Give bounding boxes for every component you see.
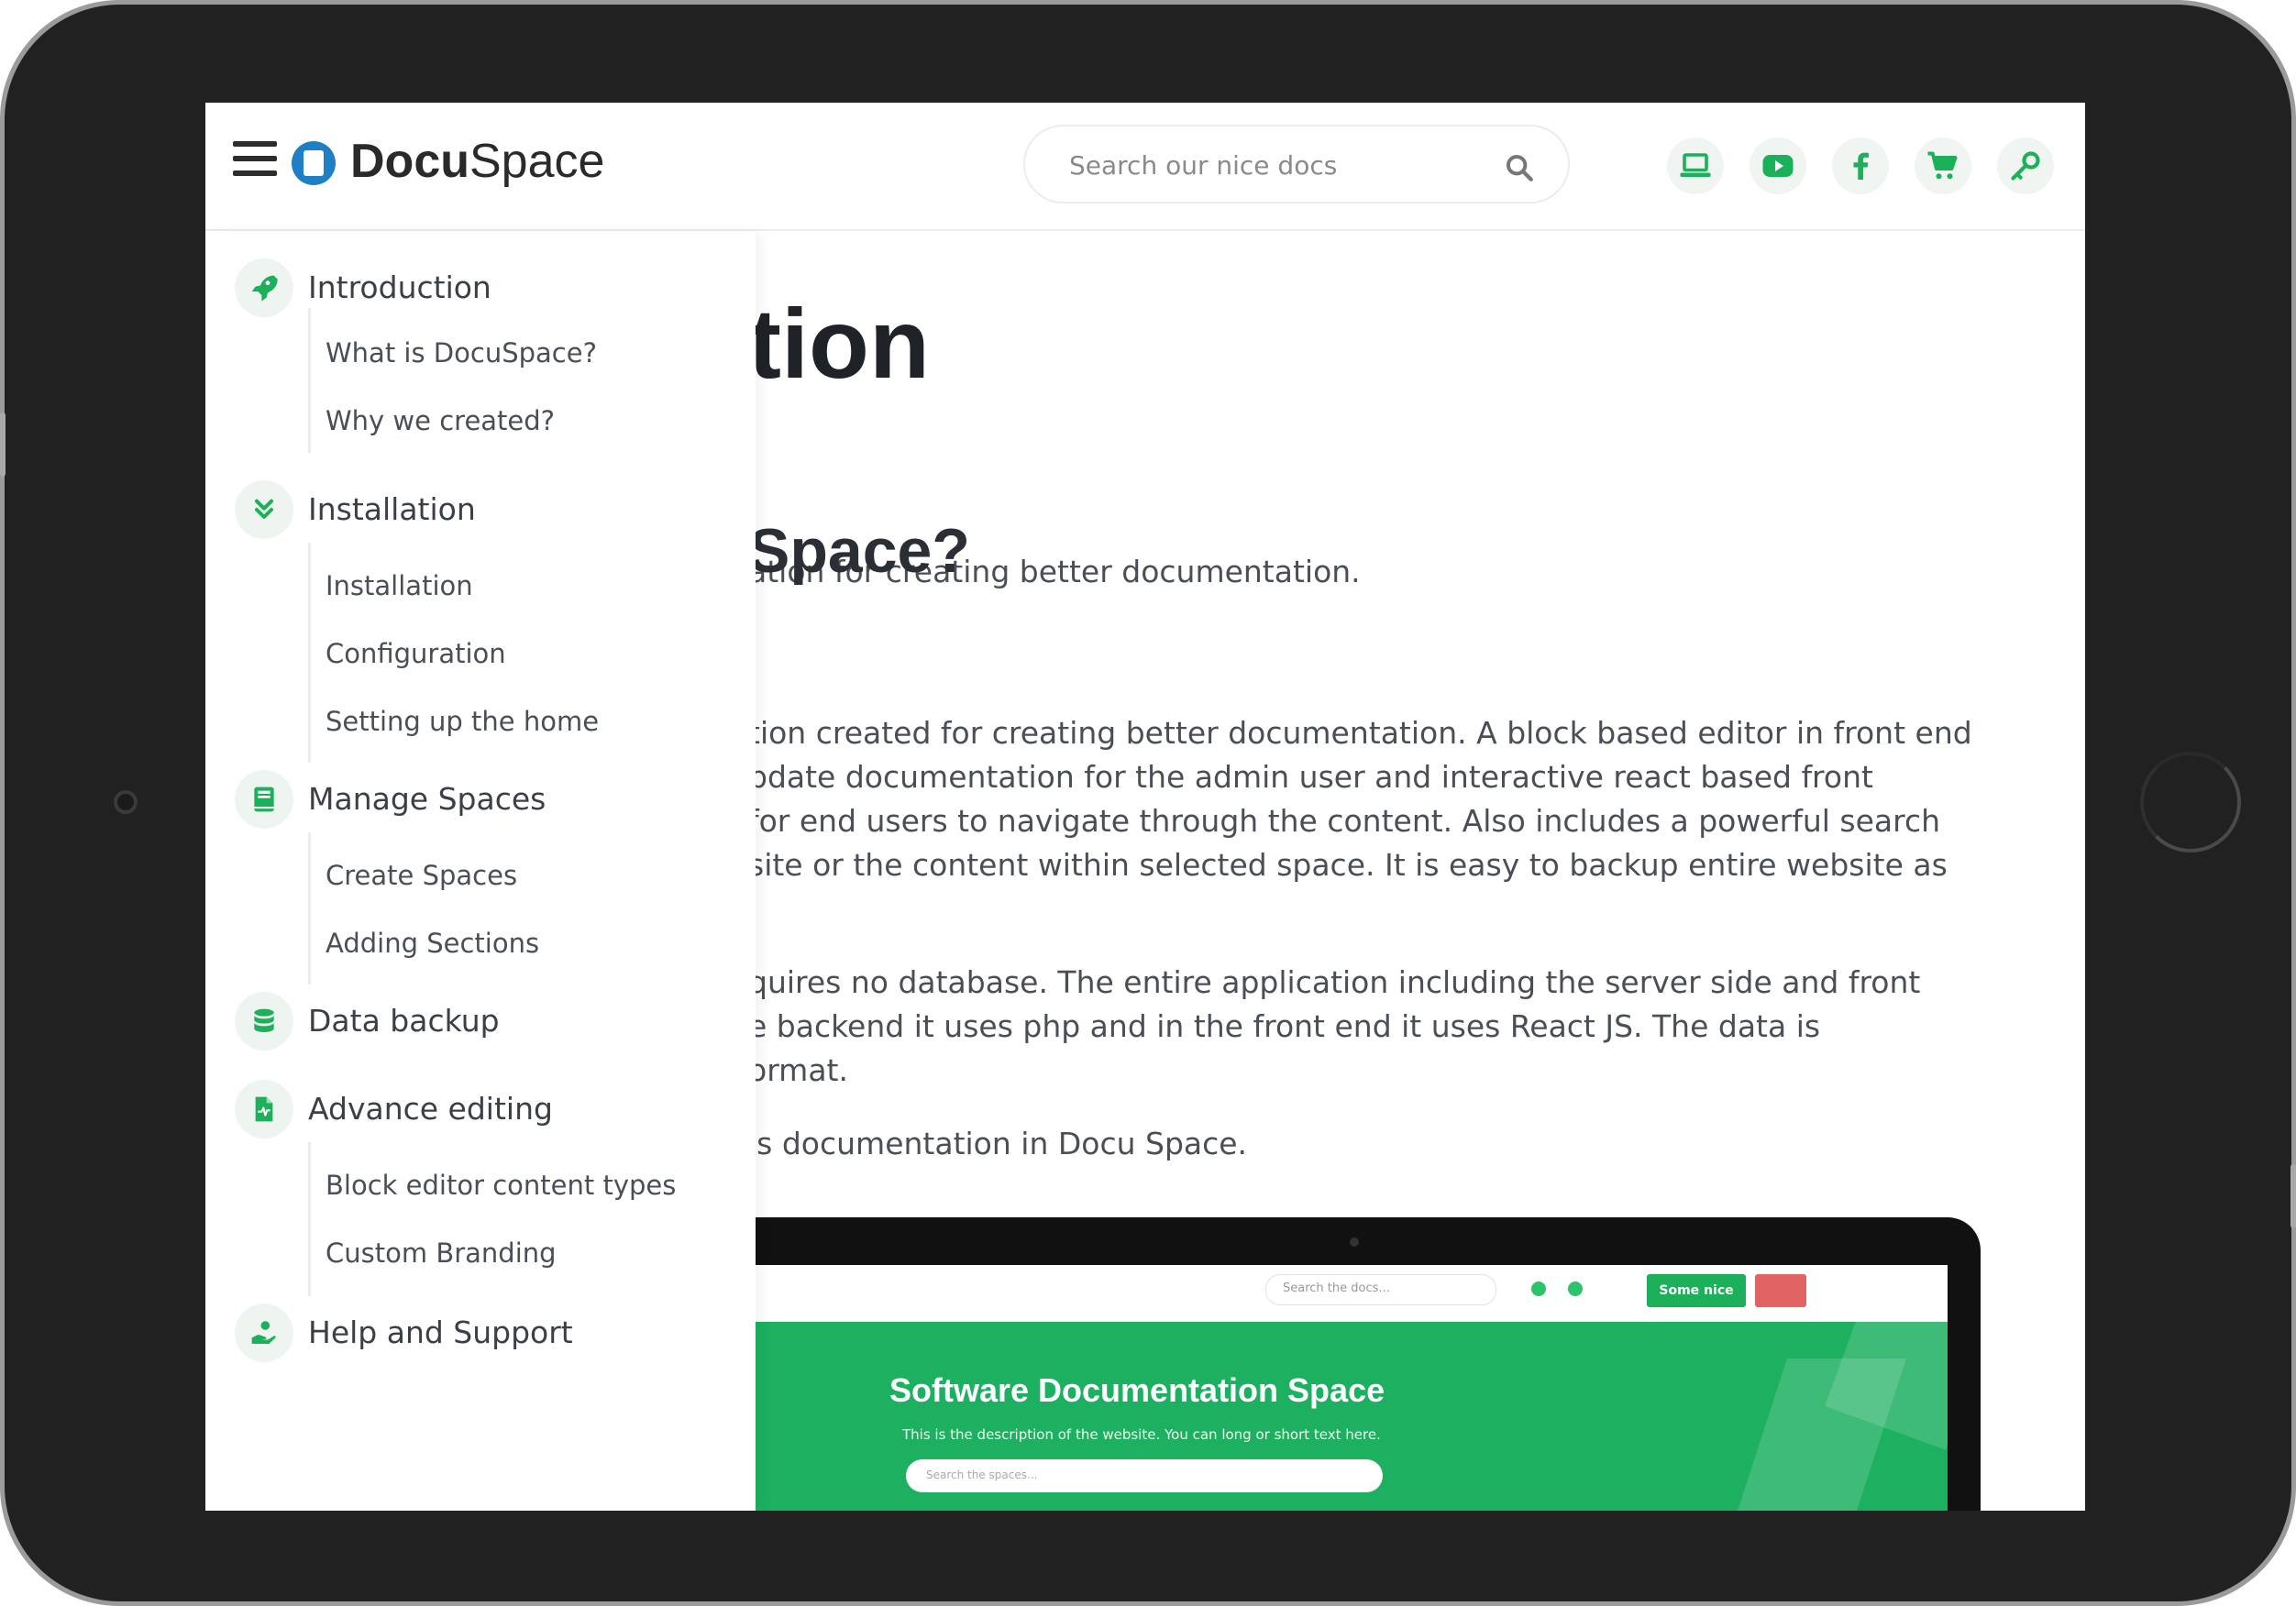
sidebar-label: Data backup <box>308 1003 500 1039</box>
mockup-key-button <box>1755 1274 1806 1307</box>
paragraph-line: for end users to navigate through the co… <box>748 803 1941 839</box>
sidebar-subitem[interactable]: Configuration <box>326 638 506 669</box>
mockup-hero: Software Documentation Space This is the… <box>752 1285 1948 1511</box>
mockup-search: Search the docs... <box>1265 1274 1496 1305</box>
sidebar-label: Introduction <box>308 270 491 305</box>
search-input[interactable] <box>1067 145 1474 185</box>
laptop-mockup-image: Search the docs... Some nice Software Do… <box>719 1217 1981 1511</box>
paragraph-line: site or the content within selected spac… <box>748 847 1948 883</box>
hamburger-menu-icon[interactable] <box>233 141 277 187</box>
mockup-hero-title: Software Documentation Space <box>889 1371 1385 1409</box>
paragraph-line: ormat. <box>748 1052 848 1088</box>
paragraph-line: pdate documentation for the admin user a… <box>748 759 1873 795</box>
mockup-topbar: Search the docs... Some nice <box>752 1265 1948 1313</box>
front-camera <box>114 790 138 814</box>
sidebar-subitem[interactable]: Why we created? <box>326 405 555 436</box>
hand-user-icon <box>235 1304 293 1362</box>
sidebar-label: Help and Support <box>308 1314 573 1350</box>
search-icon[interactable] <box>1504 152 1535 183</box>
mockup-screen: Search the docs... Some nice Software Do… <box>752 1265 1948 1511</box>
youtube-icon[interactable] <box>1750 138 1806 194</box>
tablet-side-button <box>2290 1164 2296 1228</box>
top-header: DocuSpace <box>205 103 2085 231</box>
laptop-camera <box>1350 1238 1359 1247</box>
brand-name-light: Space <box>469 135 605 188</box>
docuspace-logo-icon <box>292 141 336 185</box>
sidebar-label: Installation <box>308 491 476 527</box>
book-icon <box>235 770 293 829</box>
database-icon <box>235 992 293 1050</box>
sidebar-subgroup: Installation Configuration Setting up th… <box>308 543 599 763</box>
double-chevron-down-icon <box>235 480 293 539</box>
brand-name-bold: Docu <box>350 135 469 188</box>
paragraph-line: tion created for creating better documen… <box>748 715 1972 751</box>
sidebar-subgroup: Block editor content types Custom Brandi… <box>308 1142 676 1296</box>
sidebar-subitem[interactable]: Installation <box>326 570 473 601</box>
search-bar[interactable] <box>1023 125 1570 204</box>
sidebar-subitem[interactable]: Block editor content types <box>326 1170 676 1201</box>
sidebar-subitem[interactable]: Create Spaces <box>326 860 517 891</box>
sidebar-subgroup: Create Spaces Adding Sections <box>308 832 539 984</box>
mockup-dot-icon <box>1531 1282 1546 1296</box>
tablet-side-button <box>0 412 6 477</box>
sidebar-subitem[interactable]: Custom Branding <box>326 1238 557 1269</box>
section-heading: Space? <box>748 516 970 586</box>
rocket-icon <box>235 258 293 317</box>
sidebar-label: Advance editing <box>308 1091 553 1127</box>
app-screen: tion ation for creating better documenta… <box>205 103 2085 1511</box>
paragraph-line: e backend it uses php and in the front e… <box>748 1008 1821 1044</box>
mockup-button: Some nice <box>1647 1274 1746 1307</box>
mockup-dot-icon <box>1568 1282 1583 1296</box>
laptop-icon[interactable] <box>1667 138 1724 194</box>
facebook-icon[interactable] <box>1832 138 1889 194</box>
cart-icon[interactable] <box>1915 138 1971 194</box>
brand-logo-text[interactable]: DocuSpace <box>350 134 604 189</box>
sidebar-nav: Introduction What is DocuSpace? Why we c… <box>205 231 756 1511</box>
mockup-hero-search-placeholder: Search the spaces... <box>926 1468 1038 1481</box>
mockup-hero-desc: This is the description of the website. … <box>902 1426 1381 1443</box>
sidebar-subitem[interactable]: Adding Sections <box>326 928 539 959</box>
sidebar-subitem[interactable]: Setting up the home <box>326 706 599 737</box>
sidebar-subitem[interactable]: What is DocuSpace? <box>326 337 597 368</box>
mockup-hero-search: Search the spaces... <box>906 1459 1383 1492</box>
page-title: tion <box>748 288 930 399</box>
paragraph-line: quires no database. The entire applicati… <box>748 964 1921 1000</box>
paragraph-line: is documentation in Docu Space. <box>748 1126 1248 1161</box>
file-pulse-icon <box>235 1080 293 1138</box>
home-button[interactable] <box>2140 752 2241 852</box>
sidebar-label: Manage Spaces <box>308 781 546 817</box>
sidebar-subgroup: What is DocuSpace? Why we created? <box>308 308 597 453</box>
mockup-search-placeholder: Search the docs... <box>1283 1282 1390 1295</box>
key-icon[interactable] <box>1997 138 2054 194</box>
